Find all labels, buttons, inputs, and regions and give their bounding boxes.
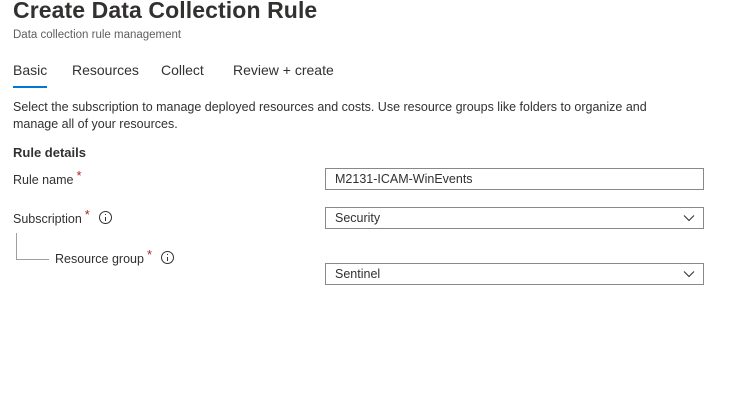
required-asterisk: * [146,247,153,262]
page-description: Select the subscription to manage deploy… [13,100,647,131]
subscription-label-group: Subscription * [13,207,112,226]
rule-name-input[interactable] [325,168,704,190]
subscription-label: Subscription [13,212,82,226]
active-tab-indicator [13,86,47,88]
subscription-dropdown[interactable]: Security [325,207,704,229]
rule-name-text[interactable] [335,169,694,189]
info-icon[interactable] [161,251,175,265]
create-dcr-page: Create Data Collection Rule Data collect… [0,0,746,401]
tab-review-create-label: Review + create [233,62,334,78]
resource-group-label-group: Resource group * [55,247,175,266]
tab-resources-label: Resources [72,62,139,78]
required-asterisk: * [76,168,82,183]
info-icon[interactable] [98,211,112,225]
rule-details-heading: Rule details [13,145,86,160]
resource-group-dropdown[interactable]: Sentinel [325,263,704,285]
subscription-selected-value: Security [335,211,381,225]
tab-basic-label: Basic [13,62,48,78]
tab-review-create[interactable]: Review + create [233,62,334,88]
resource-group-selected-value: Sentinel [335,267,381,281]
rule-name-label-group: Rule name * [13,168,82,187]
chevron-down-icon [683,215,695,222]
tab-resources[interactable]: Resources [72,62,139,88]
chevron-down-icon [683,271,695,278]
tab-collect-label: Collect [161,62,204,78]
resource-group-label: Resource group [55,252,144,266]
required-asterisk: * [84,207,90,222]
tree-connector-vertical [16,233,17,259]
page-title: Create Data Collection Rule [13,0,318,23]
tab-collect[interactable]: Collect [161,62,204,88]
page-subtitle: Data collection rule management [13,29,182,41]
tree-connector-horizontal [16,259,49,260]
tab-basic[interactable]: Basic [13,62,47,88]
rule-name-label: Rule name [13,173,74,187]
